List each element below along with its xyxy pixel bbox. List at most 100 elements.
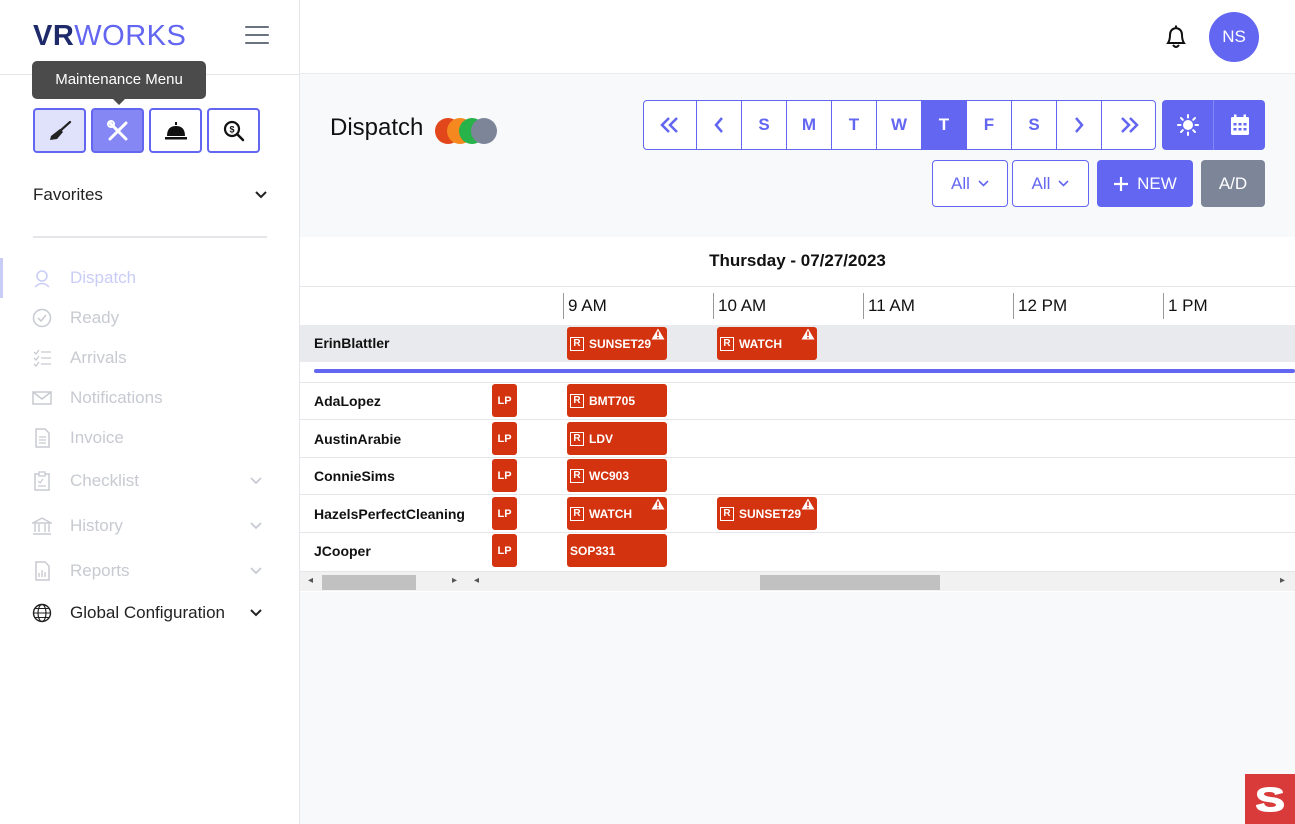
reservation-chip[interactable]: R BMT705	[567, 384, 667, 417]
quick-menu-buttons: $	[33, 108, 260, 153]
filter-dropdown-1[interactable]: All	[932, 160, 1008, 207]
hour-label: 1 PM	[1163, 293, 1208, 319]
filter-value: All	[951, 173, 970, 193]
day-friday[interactable]: F	[967, 101, 1012, 149]
chip-label: SOP331	[570, 543, 616, 558]
chat-widget-logo[interactable]	[1245, 774, 1295, 824]
vrworks-logo[interactable]: VRWORKS	[33, 20, 186, 53]
reservation-chip[interactable]: R SUNSET29	[567, 327, 667, 360]
reservation-chip[interactable]: R WC903	[567, 459, 667, 492]
page-title: Dispatch	[330, 114, 424, 141]
dispatch-schedule: Thursday - 07/27/2023 9 AM 10 AM 11 AM 1…	[300, 237, 1295, 592]
prev-day-button[interactable]	[697, 101, 742, 149]
day-monday[interactable]: M	[787, 101, 832, 149]
chevron-down-icon	[255, 191, 267, 199]
headset-icon	[34, 270, 50, 288]
warning-icon	[801, 498, 815, 510]
lp-chip[interactable]: LP	[492, 534, 517, 567]
day-sunday[interactable]: S	[742, 101, 787, 149]
checklist-icon	[33, 349, 51, 367]
day-thursday[interactable]: T	[922, 101, 967, 149]
bell-icon[interactable]	[1164, 24, 1188, 50]
horizontal-scrollbar[interactable]: ◂ ▸ ◂ ▸	[300, 571, 1295, 591]
plus-icon	[1114, 176, 1129, 191]
scrollbar-thumb[interactable]	[322, 575, 416, 590]
day-wednesday[interactable]: W	[877, 101, 922, 149]
new-button-label: NEW	[1137, 173, 1177, 193]
service-bell-icon	[164, 121, 187, 139]
sidebar-item-label: Reports	[70, 560, 130, 580]
prev-week-button[interactable]	[644, 101, 697, 149]
sidebar-item-notifications[interactable]: Notifications	[0, 378, 300, 418]
reservation-badge: R	[570, 468, 584, 483]
sidebar-item-label: Checklist	[70, 470, 139, 490]
reservation-chip[interactable]: R LDV	[567, 422, 667, 455]
filter-dropdown-2[interactable]: All	[1012, 160, 1089, 207]
chevron-down-icon	[250, 566, 262, 574]
sidebar-item-invoice[interactable]: Invoice	[0, 418, 300, 458]
sidebar-item-global-configuration[interactable]: Global Configuration	[0, 593, 300, 633]
lp-chip[interactable]: LP	[492, 459, 517, 492]
sidebar-item-reports[interactable]: Reports	[0, 548, 300, 593]
user-avatar[interactable]: NS	[1209, 12, 1259, 62]
schedule-row: JCooper LP SOP331	[300, 533, 1295, 570]
reservation-badge: R	[570, 393, 584, 408]
scroll-left-icon[interactable]: ◂	[308, 575, 313, 586]
sidebar-item-label: Invoice	[70, 428, 124, 447]
reservation-badge: R	[570, 431, 584, 446]
schedule-row: AustinArabie LP R LDV	[300, 421, 1295, 458]
day-saturday[interactable]: S	[1012, 101, 1057, 149]
new-button[interactable]: NEW	[1097, 160, 1193, 207]
reservation-badge: R	[720, 506, 734, 521]
bank-icon	[32, 516, 52, 535]
schedule-row: ConnieSims LP R WC903	[300, 458, 1295, 495]
day-tuesday[interactable]: T	[832, 101, 877, 149]
reservation-chip[interactable]: R WATCH	[567, 497, 667, 530]
maintenance-menu-button[interactable]	[91, 108, 144, 153]
chevron-down-icon	[978, 180, 989, 187]
sidebar-item-history[interactable]: History	[0, 503, 300, 548]
chip-label: SUNSET29	[739, 506, 802, 521]
brand-logo-icon	[1256, 787, 1284, 812]
sidebar-item-checklist[interactable]: Checklist	[0, 458, 300, 503]
next-day-button[interactable]	[1057, 101, 1102, 149]
scrollbar-thumb[interactable]	[760, 575, 940, 590]
ad-button[interactable]: A/D	[1201, 160, 1265, 207]
reservation-chip[interactable]: SOP331	[567, 534, 667, 567]
next-week-button[interactable]	[1102, 101, 1155, 149]
favorites-toggle[interactable]: Favorites	[33, 185, 267, 205]
chevron-down-icon	[250, 476, 262, 484]
hamburger-menu-icon[interactable]	[245, 26, 269, 46]
scroll-left-icon[interactable]: ◂	[474, 575, 479, 586]
sidebar-item-label: Dispatch	[70, 268, 137, 287]
warning-icon	[801, 328, 815, 340]
day-navigator: S M T W T F S	[643, 100, 1156, 150]
scroll-right-icon[interactable]: ▸	[452, 575, 457, 586]
chevron-down-icon	[250, 521, 262, 529]
lp-chip[interactable]: LP	[492, 497, 517, 530]
scroll-right-icon[interactable]: ▸	[1280, 575, 1285, 586]
view-buttons	[1162, 100, 1265, 150]
reservation-chip[interactable]: R WATCH	[717, 327, 817, 360]
sidebar-item-ready[interactable]: Ready	[0, 298, 300, 338]
housekeeping-menu-button[interactable]	[33, 108, 86, 153]
calendar-button[interactable]	[1214, 100, 1265, 150]
schedule-row: HazelsPerfectCleaning LP R WATCH R SUNSE…	[300, 496, 1295, 533]
today-button[interactable]	[1162, 100, 1214, 150]
sidebar-item-arrivals[interactable]: Arrivals	[0, 338, 300, 378]
sidebar-item-dispatch[interactable]: Dispatch	[0, 258, 300, 298]
sidebar-item-label: Notifications	[70, 388, 163, 407]
globe-icon	[32, 603, 52, 623]
report-icon	[35, 560, 50, 581]
warning-icon	[651, 498, 665, 510]
lp-chip[interactable]: LP	[492, 384, 517, 417]
lp-chip[interactable]: LP	[492, 422, 517, 455]
top-bar: NS	[300, 0, 1295, 74]
dollar-search-icon: $	[223, 120, 244, 141]
status-dots[interactable]	[435, 118, 497, 144]
billing-search-button[interactable]: $	[207, 108, 260, 153]
chevron-right-icon	[1075, 117, 1084, 133]
chip-label: WATCH	[739, 336, 783, 351]
reservation-chip[interactable]: R SUNSET29	[717, 497, 817, 530]
concierge-menu-button[interactable]	[149, 108, 202, 153]
